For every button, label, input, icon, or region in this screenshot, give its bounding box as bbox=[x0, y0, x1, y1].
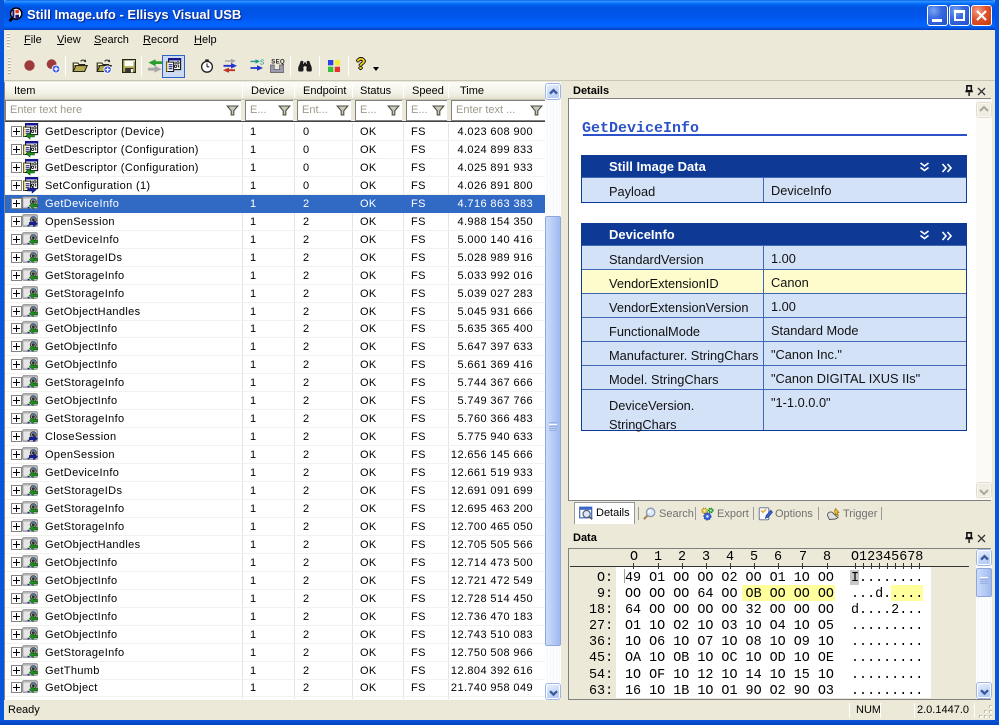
svg-text:S: S bbox=[260, 60, 265, 67]
